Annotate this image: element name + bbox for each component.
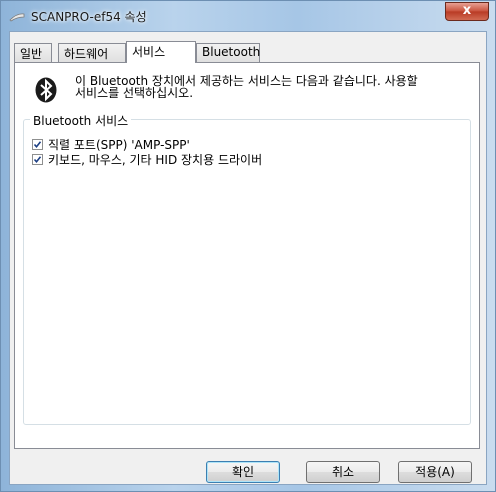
dialog-client-area: 일반 하드웨어 서비스 Bluetooth 이 Bluetooth 장치에서 제…: [9, 31, 487, 485]
window-title: SCANPRO-ef54 속성: [31, 10, 147, 24]
service-item-hid[interactable]: 키보드, 마우스, 기타 HID 장치용 드라이버: [32, 151, 263, 167]
close-icon: x: [462, 3, 472, 18]
service-checkbox-spp[interactable]: [32, 139, 43, 150]
check-icon: [33, 141, 42, 149]
close-button[interactable]: x: [445, 2, 489, 21]
tab-services[interactable]: 서비스: [126, 41, 196, 63]
bluetooth-device-icon: [9, 13, 25, 22]
check-icon: [33, 156, 42, 164]
bluetooth-services-group: Bluetooth 서비스 직렬 포트(SPP) 'AMP-SPP' 키보드, …: [23, 112, 471, 425]
apply-button[interactable]: 적용(A): [398, 461, 472, 483]
cancel-button[interactable]: 취소: [306, 461, 380, 483]
services-description: 이 Bluetooth 장치에서 제공하는 서비스는 다음과 같습니다. 사용할…: [75, 75, 475, 99]
properties-window: SCANPRO-ef54 속성 x 일반 하드웨어 서비스 Bluetooth …: [0, 0, 496, 492]
services-tab-panel: 이 Bluetooth 장치에서 제공하는 서비스는 다음과 같습니다. 사용할…: [14, 62, 480, 449]
title-bar[interactable]: SCANPRO-ef54 속성 x: [1, 1, 495, 31]
group-label: Bluetooth 서비스: [30, 112, 132, 129]
tab-bluetooth[interactable]: Bluetooth: [196, 43, 260, 62]
service-checkbox-hid[interactable]: [32, 154, 43, 165]
ok-button[interactable]: 확인: [206, 461, 280, 483]
service-label-hid: 키보드, 마우스, 기타 HID 장치용 드라이버: [48, 153, 263, 167]
description-line-2: 서비스를 선택하십시오.: [75, 86, 194, 100]
bluetooth-icon: [35, 77, 57, 103]
service-item-spp[interactable]: 직렬 포트(SPP) 'AMP-SPP': [32, 136, 190, 152]
service-label-spp: 직렬 포트(SPP) 'AMP-SPP': [48, 138, 190, 152]
tab-general[interactable]: 일반: [14, 43, 52, 62]
tab-hardware[interactable]: 하드웨어: [58, 43, 126, 62]
